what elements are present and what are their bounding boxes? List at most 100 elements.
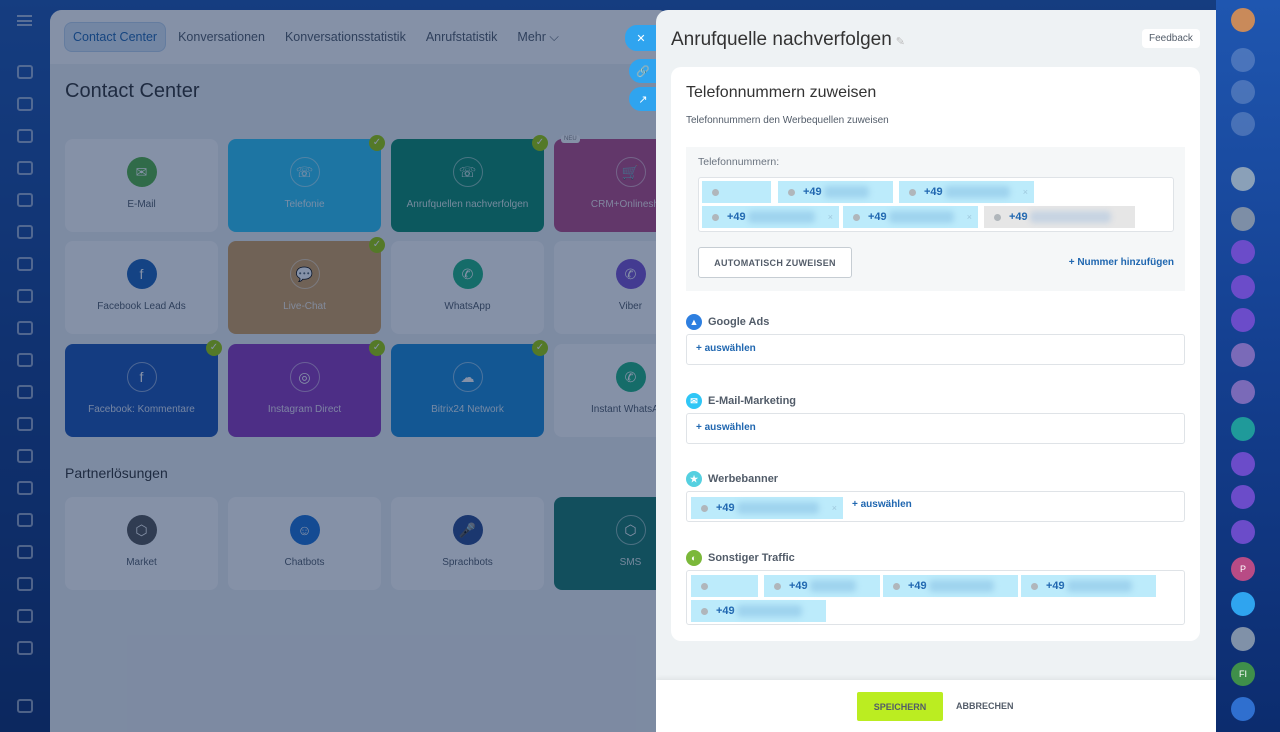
chat-avatar[interactable] [1231, 240, 1255, 264]
phone-tag[interactable]: +49 [984, 206, 1135, 228]
sidebar-nav-icon[interactable] [17, 257, 33, 271]
chat-avatar[interactable] [1231, 627, 1255, 651]
connector-icon: ✉ [126, 157, 157, 187]
remove-icon[interactable]: × [967, 212, 972, 222]
phone-numbers-field[interactable]: +49 +49 × +49 × +49 × +49 [698, 177, 1174, 232]
chat-avatar-fi[interactable]: FI [1231, 662, 1255, 686]
connector-tile[interactable]: ☏ Anrufquellen nachverfolgen ✓ [391, 135, 548, 232]
bell-icon[interactable] [1231, 48, 1255, 72]
copilot-icon[interactable] [1231, 80, 1255, 104]
sidebar-nav-icon[interactable] [17, 545, 33, 559]
sidebar-nav-icon[interactable] [17, 577, 33, 591]
sidebar-nav-icon[interactable] [17, 417, 33, 431]
connector-tile[interactable]: 🛒 CRM+Onlineshop NEU [554, 135, 670, 232]
sidebar-nav-icon[interactable] [17, 449, 33, 463]
sidebar-nav-icon[interactable] [17, 385, 33, 399]
chat-search-icon[interactable] [1231, 112, 1255, 136]
remove-icon[interactable]: × [1023, 187, 1028, 197]
avatar[interactable] [1231, 167, 1255, 191]
source-number-field[interactable]: +49 +49 +49 +49 [686, 570, 1185, 625]
partner-tile[interactable]: 🎤 Sprachbots [391, 497, 544, 590]
source-number-field[interactable]: + auswählen [686, 334, 1185, 365]
phone-tag[interactable] [691, 575, 758, 597]
nav-konversationsstatistik[interactable]: Konversationsstatistik [277, 23, 414, 51]
connector-tile[interactable]: ✆ Viber [554, 241, 670, 334]
check-icon: ✓ [369, 135, 385, 151]
sidebar-nav-icon[interactable] [17, 65, 33, 79]
chat-avatar[interactable] [1231, 380, 1255, 404]
phone-tag[interactable]: +49 [691, 600, 826, 622]
chat-avatar[interactable] [1231, 592, 1255, 616]
connector-tile[interactable]: f Facebook Lead Ads [65, 241, 218, 334]
phone-tag[interactable]: +49 [883, 575, 1018, 597]
phone-tag[interactable]: +49 × [702, 206, 839, 228]
save-button[interactable]: SPEICHERN [857, 692, 943, 721]
chat-avatar[interactable] [1231, 697, 1255, 721]
partner-icon: ⬡ [615, 515, 646, 545]
avatar[interactable] [1231, 8, 1255, 32]
nav-contact-center[interactable]: Contact Center [64, 22, 167, 52]
open-new-window-button[interactable]: ↗ [629, 87, 657, 111]
sidebar-nav-icon[interactable] [17, 97, 33, 111]
sidebar-nav-icon[interactable] [17, 609, 33, 623]
chat-avatar[interactable] [1231, 308, 1255, 332]
sidebar-nav-icon[interactable] [17, 481, 33, 495]
connector-tile[interactable]: f Facebook: Kommentare ✓ [65, 340, 222, 437]
partner-tile[interactable]: ⬡ SMS [554, 497, 670, 590]
connector-tile[interactable]: ✆ Instant WhatsApp [554, 344, 670, 437]
chat-avatar[interactable] [1231, 417, 1255, 441]
cancel-button[interactable]: ABBRECHEN [956, 701, 1014, 711]
sidebar-nav-icon[interactable] [17, 353, 33, 367]
chat-avatar[interactable] [1231, 485, 1255, 509]
close-button[interactable]: ✕ [625, 25, 657, 51]
sidebar-nav-icon[interactable] [17, 225, 33, 239]
avatar[interactable] [1231, 207, 1255, 231]
auto-assign-button[interactable]: AUTOMATISCH ZUWEISEN [698, 247, 852, 278]
phone-tag[interactable]: +49 [764, 575, 880, 597]
partner-tile[interactable]: ⬡ Market [65, 497, 218, 590]
phone-tag[interactable]: +49 [1021, 575, 1156, 597]
chat-avatar[interactable] [1231, 275, 1255, 299]
choose-link[interactable]: + auswählen [696, 343, 756, 354]
sidebar-nav-icon[interactable] [17, 161, 33, 175]
nav-mehr[interactable]: Mehr ⌵ [509, 23, 566, 52]
phone-tag[interactable]: +49 × [691, 497, 843, 519]
partner-tile[interactable]: ☺ Chatbots [228, 497, 381, 590]
phone-tag[interactable]: +49 × [843, 206, 978, 228]
source-name: Sonstiger Traffic [708, 552, 795, 564]
connector-tile[interactable]: ◎ Instagram Direct ✓ [228, 340, 385, 437]
menu-icon[interactable] [17, 15, 32, 26]
sidebar-nav-icon[interactable] [17, 289, 33, 303]
connector-tile[interactable]: ✆ WhatsApp [391, 241, 544, 334]
sidebar-nav-icon[interactable] [17, 641, 33, 655]
source-number-field[interactable]: + auswählen [686, 413, 1185, 444]
nav-konversationen[interactable]: Konversationen [170, 23, 273, 51]
add-number-link[interactable]: + Nummer hinzufügen [1069, 257, 1174, 268]
choose-link[interactable]: + auswählen [852, 499, 912, 510]
chat-avatar-p[interactable]: P [1231, 557, 1255, 581]
connector-label: Telefonie [284, 199, 325, 210]
remove-icon[interactable]: × [828, 212, 833, 222]
remove-icon[interactable]: × [832, 503, 837, 513]
phone-tag[interactable] [702, 181, 771, 203]
chat-avatar[interactable] [1231, 343, 1255, 367]
sidebar-nav-icon[interactable] [17, 193, 33, 207]
copy-link-button[interactable]: 🔗 [629, 59, 657, 83]
phone-tag[interactable]: +49 × [899, 181, 1034, 203]
connector-tile[interactable]: ☁ Bitrix24 Network ✓ [391, 340, 548, 437]
source-number-field[interactable]: +49 × + auswählen [686, 491, 1185, 522]
sidebar-nav-icon[interactable] [17, 699, 33, 713]
connector-tile[interactable]: ☏ Telefonie ✓ [228, 135, 385, 232]
choose-link[interactable]: + auswählen [696, 422, 756, 433]
chat-avatar[interactable] [1231, 452, 1255, 476]
feedback-button[interactable]: Feedback [1142, 29, 1200, 48]
connector-tile[interactable]: 💬 Live-Chat ✓ [228, 237, 385, 334]
connector-tile[interactable]: ✉ E-Mail [65, 139, 218, 232]
phone-tag[interactable]: +49 [778, 181, 893, 203]
nav-anrufstatistik[interactable]: Anrufstatistik [418, 23, 506, 51]
chat-avatar[interactable] [1231, 520, 1255, 544]
pin-icon[interactable]: ✎ [896, 36, 905, 48]
sidebar-nav-icon[interactable] [17, 129, 33, 143]
sidebar-nav-icon[interactable] [17, 321, 33, 335]
sidebar-nav-icon[interactable] [17, 513, 33, 527]
